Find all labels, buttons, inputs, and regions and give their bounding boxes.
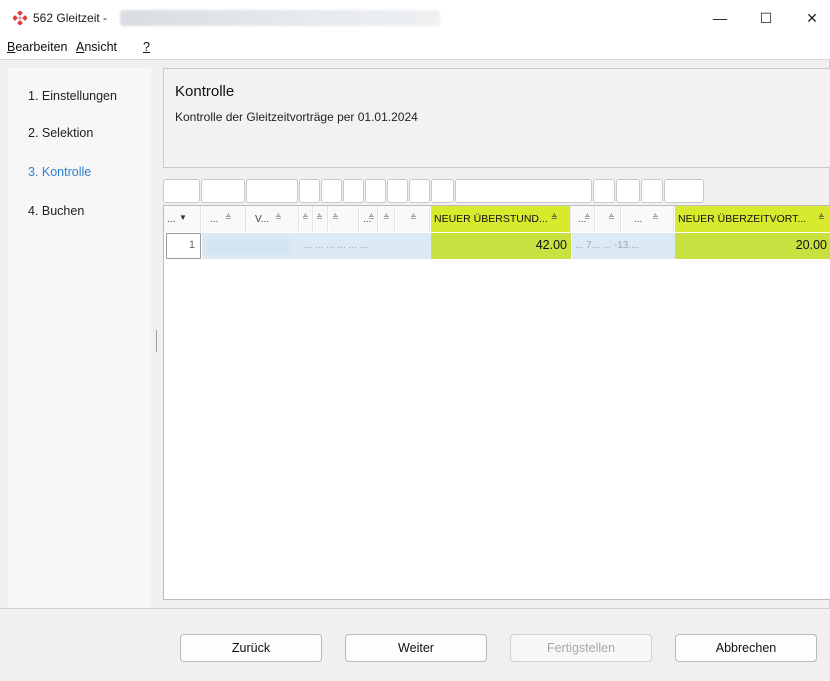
finish-button[interactable]: Fertigstellen xyxy=(510,634,652,662)
sort-icon: ≙ xyxy=(316,213,323,222)
filter-field[interactable] xyxy=(593,179,615,203)
column-header[interactable]: ≙ xyxy=(396,206,430,232)
sort-icon: ≙ xyxy=(410,213,417,222)
back-button[interactable]: Zurück xyxy=(180,634,322,662)
sort-icon: ≙ xyxy=(551,213,558,222)
title-bar: 562 Gleitzeit - — ☐ ✕ xyxy=(0,0,830,36)
app-logo-icon xyxy=(13,11,27,25)
sort-icon: ≙ xyxy=(225,213,232,222)
filter-field[interactable] xyxy=(616,179,640,203)
sort-icon: ≙ xyxy=(584,213,591,222)
filter-field[interactable] xyxy=(299,179,320,203)
sort-icon: ≙ xyxy=(368,213,375,222)
button-bar: Zurück Weiter Fertigstellen Abbrechen xyxy=(0,608,830,681)
column-header[interactable]: ≙ xyxy=(300,206,313,232)
column-header-neuer-ueberzeitvortrag[interactable]: NEUER ÜBERZEITVORT... ≙ xyxy=(675,206,830,232)
title-redacted xyxy=(120,10,440,26)
neuer-ueberzeitvortrag-cell: 20.00 xyxy=(675,233,830,259)
column-header[interactable]: ... ≙ xyxy=(202,206,246,232)
row-number-cell: 1 xyxy=(166,233,201,259)
cancel-button[interactable]: Abbrechen xyxy=(675,634,817,662)
sort-icon: ≙ xyxy=(275,213,282,222)
filter-field[interactable] xyxy=(321,179,342,203)
filter-field[interactable] xyxy=(246,179,298,203)
page-title: Kontrolle xyxy=(175,83,235,100)
step-einstellungen[interactable]: 1. Einstellungen xyxy=(28,89,117,103)
step-header: Kontrolle Kontrolle der Gleitzeitvorträg… xyxy=(163,68,830,168)
menu-bar: Bearbeiten Ansicht ? xyxy=(0,36,830,60)
table-row[interactable]: 1 ... ... ... ... ... ... 42.00 ... 7...… xyxy=(164,233,830,259)
close-button[interactable]: ✕ xyxy=(789,0,830,36)
filter-field[interactable] xyxy=(664,179,704,203)
filter-field[interactable] xyxy=(163,179,200,203)
data-grid: ... ▼ ... ≙ V... ≙ ≙ ≙ ≙ ... ≙ ≙ ≙ NEUER ÜBE… xyxy=(163,205,830,600)
menu-help[interactable]: ? xyxy=(143,40,150,54)
sort-icon: ≙ xyxy=(652,213,659,222)
column-header[interactable]: ≙ xyxy=(379,206,395,232)
splitter-grip[interactable] xyxy=(156,330,157,352)
column-header[interactable]: ... ▼ xyxy=(164,206,201,232)
application-window: 562 Gleitzeit - — ☐ ✕ Bearbeiten Ansicht… xyxy=(0,0,830,681)
minimize-button[interactable]: — xyxy=(697,0,743,36)
filter-field[interactable] xyxy=(409,179,430,203)
sort-icon: ≙ xyxy=(608,213,615,222)
window-title: 562 Gleitzeit - xyxy=(33,11,108,25)
step-kontrolle[interactable]: 3. Kontrolle xyxy=(28,165,91,179)
next-button[interactable]: Weiter xyxy=(345,634,487,662)
column-header[interactable]: V... ≙ xyxy=(247,206,299,232)
filter-field[interactable] xyxy=(343,179,364,203)
sort-icon: ≙ xyxy=(818,213,825,222)
panel-splitter[interactable] xyxy=(151,68,162,608)
column-header[interactable]: ≙ xyxy=(329,206,359,232)
faint-cell-group: ... ... ... ... ... ... xyxy=(304,240,368,251)
redacted-name-cell xyxy=(207,238,289,254)
column-header[interactable]: ≙ xyxy=(314,206,328,232)
filter-field[interactable] xyxy=(365,179,386,203)
filter-field[interactable] xyxy=(641,179,663,203)
sort-icon: ≙ xyxy=(302,213,309,222)
menu-bearbeiten[interactable]: Bearbeiten xyxy=(7,40,67,54)
wizard-steps: 1. Einstellungen 2. Selektion 3. Kontrol… xyxy=(8,68,151,608)
column-header[interactable]: ... ≙ xyxy=(360,206,378,232)
faint-cell-group: ... 7... ... -13.... xyxy=(572,233,675,259)
page-subtitle: Kontrolle der Gleitzeitvorträge per 01.0… xyxy=(175,110,418,124)
column-header-neuer-ueberstunden[interactable]: NEUER ÜBERSTUND... ≙ xyxy=(431,206,571,232)
filter-field[interactable] xyxy=(455,179,592,203)
sort-icon: ≙ xyxy=(332,213,339,222)
column-header[interactable]: ≙ xyxy=(596,206,621,232)
filter-field[interactable] xyxy=(201,179,245,203)
filter-field[interactable] xyxy=(431,179,454,203)
sort-icon: ≙ xyxy=(383,213,390,222)
sort-desc-icon: ▼ xyxy=(179,213,187,222)
step-buchen[interactable]: 4. Buchen xyxy=(28,204,84,218)
neuer-ueberstunden-cell: 42.00 xyxy=(431,233,571,259)
menu-ansicht[interactable]: Ansicht xyxy=(76,40,117,54)
filter-field[interactable] xyxy=(387,179,408,203)
column-header[interactable]: ... ≙ xyxy=(622,206,674,232)
column-header[interactable]: ... ≙ xyxy=(572,206,595,232)
step-selektion[interactable]: 2. Selektion xyxy=(28,126,93,140)
maximize-button[interactable]: ☐ xyxy=(743,0,789,36)
